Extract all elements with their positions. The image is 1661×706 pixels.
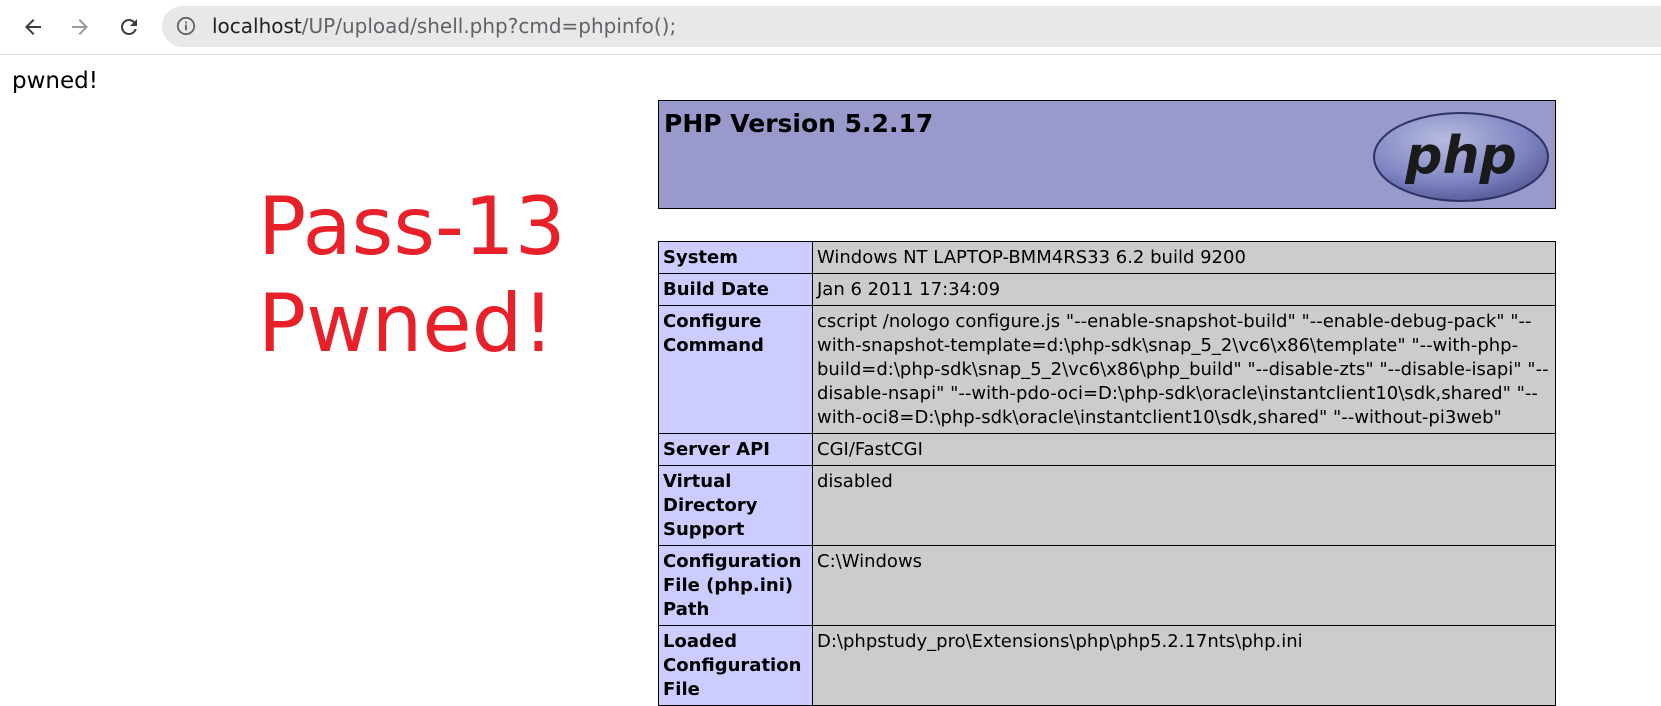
info-value: cscript /nologo configure.js "--enable-s… xyxy=(812,305,1556,434)
info-icon[interactable] xyxy=(176,16,196,36)
overlay-line-pwned: Pwned! xyxy=(258,277,555,370)
info-value: C:\Windows xyxy=(812,545,1556,626)
phpinfo-table: System Windows NT LAPTOP-BMM4RS33 6.2 bui… xyxy=(658,241,1556,706)
forward-button[interactable] xyxy=(63,10,97,44)
info-key: Server API xyxy=(658,433,813,466)
info-key: Build Date xyxy=(658,273,813,306)
php-logo[interactable]: php xyxy=(1371,111,1551,203)
info-value: Jan 6 2011 17:34:09 xyxy=(812,273,1556,306)
info-key: Configuration File (php.ini) Path xyxy=(658,545,813,626)
info-row: Virtual Directory Support disabled xyxy=(658,465,1556,546)
info-value: CGI/FastCGI xyxy=(812,433,1556,466)
info-key: System xyxy=(658,241,813,274)
url-host: localhost xyxy=(212,14,302,38)
phpinfo-header: PHP Version 5.2.17 php xyxy=(658,100,1556,209)
info-row: Server API CGI/FastCGI xyxy=(658,433,1556,466)
address-bar[interactable]: localhost/UP/upload/shell.php?cmd=phpinf… xyxy=(162,6,1661,47)
info-key: Virtual Directory Support xyxy=(658,465,813,546)
reload-button[interactable] xyxy=(112,10,146,44)
arrow-left-icon xyxy=(25,19,41,35)
info-value: disabled xyxy=(812,465,1556,546)
back-button[interactable] xyxy=(16,10,50,44)
info-row: System Windows NT LAPTOP-BMM4RS33 6.2 bui… xyxy=(658,241,1556,274)
php-version-title: PHP Version 5.2.17 xyxy=(664,109,934,138)
info-value: D:\phpstudy_pro\Extensions\php\php5.2.17… xyxy=(812,625,1556,706)
overlay-line-pass: Pass-13 xyxy=(258,180,566,273)
reload-icon xyxy=(120,18,137,35)
info-row: Loaded Configuration File D:\phpstudy_pro… xyxy=(658,625,1556,706)
url-path: /UP/upload/shell.php?cmd=phpinfo(); xyxy=(301,14,677,38)
pass-overlay-text: Pass-13 Pwned! xyxy=(258,178,566,372)
info-key: Configure Command xyxy=(658,305,813,434)
pwned-output-text: pwned! xyxy=(12,68,98,94)
php-logo-text: php xyxy=(1404,126,1516,186)
arrow-right-icon xyxy=(72,19,88,35)
info-row: Configure Command cscript /nologo configu… xyxy=(658,305,1556,434)
info-row: Build Date Jan 6 2011 17:34:09 xyxy=(658,273,1556,306)
info-value: Windows NT LAPTOP-BMM4RS33 6.2 build 920… xyxy=(812,241,1556,274)
url-text[interactable]: localhost/UP/upload/shell.php?cmd=phpinf… xyxy=(212,6,676,47)
browser-toolbar: localhost/UP/upload/shell.php?cmd=phpinf… xyxy=(0,0,1661,55)
info-row: Configuration File (php.ini) Path C:\Wind… xyxy=(658,545,1556,626)
info-key: Loaded Configuration File xyxy=(658,625,813,706)
